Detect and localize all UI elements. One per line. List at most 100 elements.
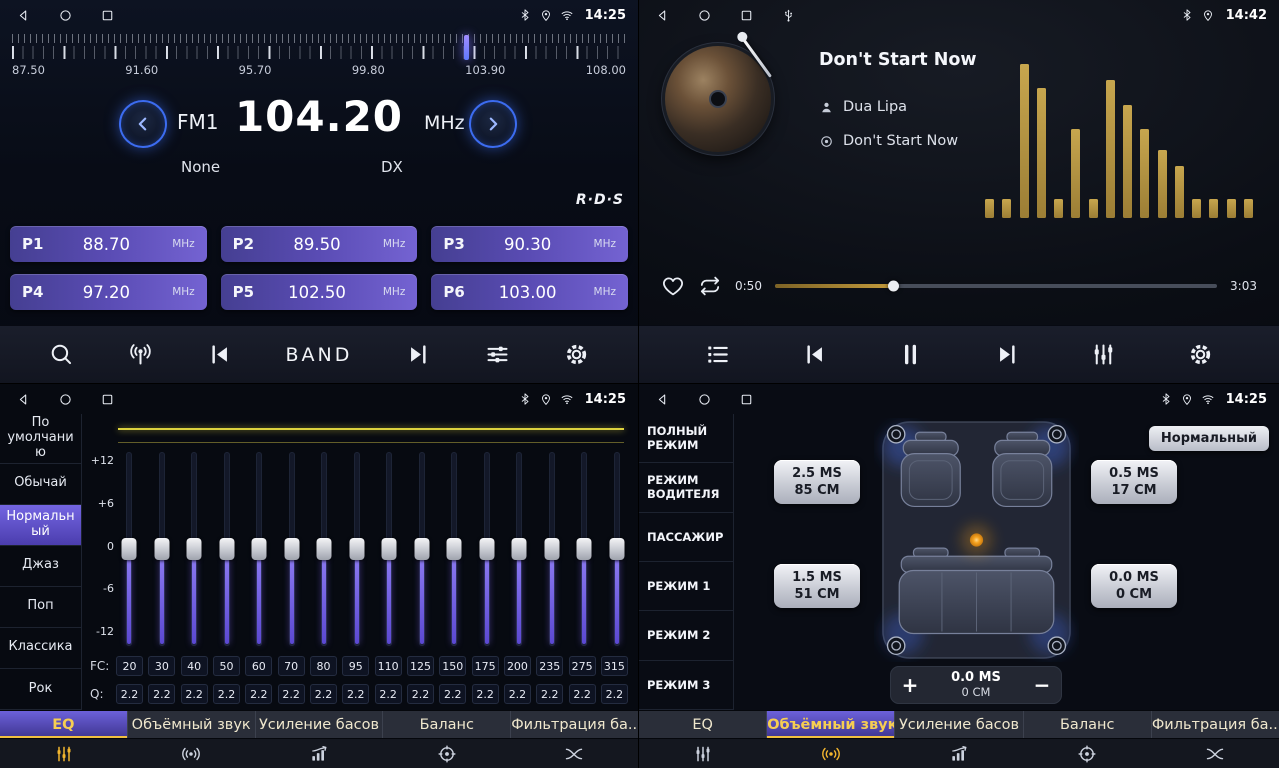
nav-home-icon[interactable] bbox=[58, 8, 73, 23]
audio-tab[interactable]: Усиление басов bbox=[256, 711, 384, 738]
sound-preset-button[interactable]: Нормальный bbox=[1149, 426, 1269, 451]
balance-tab-icon[interactable] bbox=[383, 739, 511, 768]
nav-back-icon[interactable] bbox=[655, 392, 670, 407]
nav-recents-icon[interactable] bbox=[739, 392, 754, 407]
tune-up-button[interactable] bbox=[469, 100, 517, 148]
sound-mode-item[interactable]: РЕЖИМ 3 bbox=[639, 661, 733, 710]
sound-mode-item[interactable]: РЕЖИМ 1 bbox=[639, 562, 733, 611]
filter-tab-icon[interactable] bbox=[1151, 739, 1279, 768]
delay-rear-right[interactable]: 0.0 MS 0 CM bbox=[1091, 564, 1177, 608]
eq-band-slider[interactable] bbox=[185, 450, 203, 648]
nav-recents-icon[interactable] bbox=[100, 8, 115, 23]
eq-band-slider[interactable] bbox=[478, 450, 496, 648]
eq-preset-item[interactable]: Джаз bbox=[0, 546, 81, 587]
slider-handle[interactable] bbox=[252, 538, 267, 560]
eq-preset-item[interactable]: Рок bbox=[0, 669, 81, 710]
balance-tab-icon[interactable] bbox=[1023, 739, 1151, 768]
radio-preset-button[interactable]: P1 88.70 MHz bbox=[10, 226, 207, 262]
bass-boost-tab-icon[interactable] bbox=[255, 739, 383, 768]
bass-boost-tab-icon[interactable] bbox=[895, 739, 1023, 768]
slider-handle[interactable] bbox=[122, 538, 137, 560]
band-button[interactable]: BAND bbox=[282, 340, 357, 370]
slider-handle[interactable] bbox=[382, 538, 397, 560]
tuner-scale[interactable]: 87.5091.6095.7099.80103.90108.00 bbox=[0, 32, 638, 88]
nav-home-icon[interactable] bbox=[697, 392, 712, 407]
sound-mode-item[interactable]: РЕЖИМ ВОДИТЕЛЯ bbox=[639, 463, 733, 512]
nav-recents-icon[interactable] bbox=[100, 392, 115, 407]
slider-handle[interactable] bbox=[447, 538, 462, 560]
eq-preset-item[interactable]: Обычай bbox=[0, 464, 81, 505]
equalizer-shortcut-button[interactable] bbox=[1086, 337, 1121, 372]
eq-band-slider[interactable] bbox=[510, 450, 528, 648]
previous-track-button[interactable] bbox=[797, 337, 832, 372]
eq-preset-item[interactable]: По умолчанию bbox=[0, 414, 81, 464]
audio-tab[interactable]: Баланс bbox=[383, 711, 511, 738]
audio-tab[interactable]: Усиление басов bbox=[895, 711, 1023, 738]
eq-band-slider[interactable] bbox=[250, 450, 268, 648]
slider-handle[interactable] bbox=[154, 538, 169, 560]
seek-handle[interactable] bbox=[888, 281, 899, 292]
audio-tab[interactable]: Фильтрация ба... bbox=[511, 711, 638, 738]
nav-home-icon[interactable] bbox=[58, 392, 73, 407]
delay-increase-button[interactable]: + bbox=[890, 667, 930, 703]
eq-band-slider[interactable] bbox=[380, 450, 398, 648]
audio-tab[interactable]: Фильтрация ба... bbox=[1152, 711, 1279, 738]
settings-button[interactable] bbox=[559, 337, 594, 372]
eq-band-slider[interactable] bbox=[218, 450, 236, 648]
slider-handle[interactable] bbox=[512, 538, 527, 560]
eq-band-slider[interactable] bbox=[575, 450, 593, 648]
delay-front-right[interactable]: 0.5 MS 17 CM bbox=[1091, 460, 1177, 504]
sound-mode-item[interactable]: ПОЛНЫЙ РЕЖИМ bbox=[639, 414, 733, 463]
next-station-button[interactable] bbox=[401, 337, 436, 372]
eq-preset-item[interactable]: Нормальный bbox=[0, 505, 81, 546]
slider-handle[interactable] bbox=[479, 538, 494, 560]
broadcast-button[interactable] bbox=[123, 337, 158, 372]
eq-preset-item[interactable]: Поп bbox=[0, 587, 81, 628]
eq-band-slider[interactable] bbox=[445, 450, 463, 648]
eq-band-slider[interactable] bbox=[315, 450, 333, 648]
eq-band-slider[interactable] bbox=[608, 450, 626, 648]
favorite-button[interactable] bbox=[661, 274, 685, 298]
slider-handle[interactable] bbox=[349, 538, 364, 560]
surround-tab-icon[interactable] bbox=[128, 739, 256, 768]
nav-back-icon[interactable] bbox=[16, 8, 31, 23]
sound-mode-item[interactable]: РЕЖИМ 2 bbox=[639, 611, 733, 660]
delay-decrease-button[interactable]: − bbox=[1022, 667, 1062, 703]
scan-button[interactable] bbox=[44, 337, 79, 372]
audio-tab[interactable]: Объёмный звук bbox=[128, 711, 256, 738]
eq-band-slider[interactable] bbox=[120, 450, 138, 648]
slider-handle[interactable] bbox=[219, 538, 234, 560]
settings-button[interactable] bbox=[1183, 337, 1218, 372]
radio-preset-button[interactable]: P5 102.50 MHz bbox=[221, 274, 418, 310]
nav-back-icon[interactable] bbox=[655, 8, 670, 23]
radio-preset-button[interactable]: P4 97.20 MHz bbox=[10, 274, 207, 310]
playlist-button[interactable] bbox=[700, 337, 735, 372]
slider-handle[interactable] bbox=[187, 538, 202, 560]
eq-band-slider[interactable] bbox=[283, 450, 301, 648]
nav-recents-icon[interactable] bbox=[739, 8, 754, 23]
seat-map[interactable] bbox=[874, 418, 1079, 662]
radio-preset-button[interactable]: P2 89.50 MHz bbox=[221, 226, 418, 262]
slider-handle[interactable] bbox=[577, 538, 592, 560]
surround-tab-icon[interactable] bbox=[767, 739, 895, 768]
audio-tab[interactable]: Баланс bbox=[1024, 711, 1152, 738]
eq-band-slider[interactable] bbox=[543, 450, 561, 648]
slider-handle[interactable] bbox=[414, 538, 429, 560]
sound-mode-item[interactable]: ПАССАЖИР bbox=[639, 513, 733, 562]
nav-home-icon[interactable] bbox=[697, 8, 712, 23]
radio-preset-button[interactable]: P6 103.00 MHz bbox=[431, 274, 628, 310]
filter-tab-icon[interactable] bbox=[510, 739, 638, 768]
eq-band-slider[interactable] bbox=[413, 450, 431, 648]
delay-rear-left[interactable]: 1.5 MS 51 CM bbox=[774, 564, 860, 608]
delay-front-left[interactable]: 2.5 MS 85 CM bbox=[774, 460, 860, 504]
pause-button[interactable] bbox=[893, 337, 928, 372]
slider-handle[interactable] bbox=[609, 538, 624, 560]
next-track-button[interactable] bbox=[990, 337, 1025, 372]
audio-tab[interactable]: Объёмный звук bbox=[767, 711, 895, 738]
nav-back-icon[interactable] bbox=[16, 392, 31, 407]
repeat-button[interactable] bbox=[698, 274, 722, 298]
eq-tab-icon[interactable] bbox=[0, 739, 128, 768]
audio-tab[interactable]: EQ bbox=[639, 711, 767, 738]
eq-tab-icon[interactable] bbox=[639, 739, 767, 768]
seek-bar[interactable] bbox=[775, 284, 1217, 288]
